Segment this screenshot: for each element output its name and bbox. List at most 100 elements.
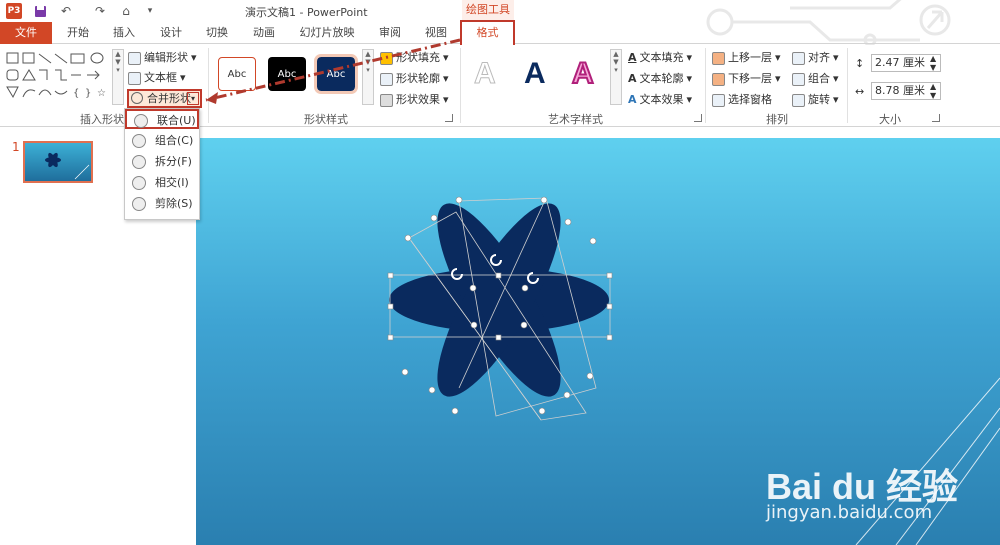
wordart-group-label: 艺术字样式: [548, 113, 603, 126]
shape-effects-label: 形状效果: [396, 93, 440, 106]
customize-qat-icon[interactable]: ▾: [142, 3, 158, 19]
save-icon[interactable]: [32, 3, 48, 19]
align-label: 对齐: [808, 51, 830, 64]
wordart-style-pink[interactable]: A: [571, 56, 595, 91]
pen-icon: [380, 72, 393, 86]
intersect-label: 相交(I): [155, 176, 189, 189]
tab-format[interactable]: 格式: [460, 20, 515, 47]
shape-style-outline[interactable]: Abc: [218, 57, 256, 91]
text-effects-label: 文本效果: [639, 93, 684, 106]
bring-forward-icon: [712, 51, 725, 65]
send-backward-icon: [712, 72, 725, 86]
group-button[interactable]: 组合 ▾: [792, 70, 839, 88]
drawing-tools-context-label: 绘图工具: [462, 0, 514, 20]
tab-transitions[interactable]: 切换: [197, 22, 237, 44]
intersect-icon: [132, 176, 146, 190]
rotate-button[interactable]: 旋转 ▾: [792, 91, 839, 109]
wordart-style-navy[interactable]: A: [524, 57, 546, 91]
tab-design[interactable]: 设计: [151, 22, 191, 44]
text-effects-icon: A: [628, 93, 637, 106]
align-button[interactable]: 对齐 ▾: [792, 49, 839, 67]
text-outline-button[interactable]: A 文本轮廓 ▾: [628, 70, 692, 88]
shape-styles-group-label: 形状样式: [304, 113, 348, 126]
bring-forward-button[interactable]: 上移一层 ▾: [712, 49, 781, 67]
fragment-icon: [132, 155, 146, 169]
size-launcher-icon[interactable]: [932, 114, 940, 122]
tab-view[interactable]: 视图: [416, 22, 456, 44]
selection-pane-label: 选择窗格: [728, 93, 772, 106]
shape-styles-scroll[interactable]: ▲ ▼ ▾: [362, 49, 374, 105]
menu-item-combine[interactable]: 组合(C): [125, 131, 199, 151]
powerpoint-window: P3 ↶ ↷ ⌂ ▾ 演示文稿1 - PowerPoint 绘图工具 文件 开始…: [0, 0, 1000, 545]
bring-forward-label: 上移一层: [728, 51, 772, 64]
paint-bucket-icon: [380, 51, 393, 65]
shape-effects-button[interactable]: 形状效果 ▾: [380, 91, 449, 109]
text-box-button[interactable]: 文本框 ▾: [128, 69, 186, 87]
title-bar: P3 ↶ ↷ ⌂ ▾ 演示文稿1 - PowerPoint 绘图工具: [0, 0, 1000, 47]
powerpoint-app-icon[interactable]: P3: [6, 3, 22, 19]
height-spin-icon[interactable]: ▲ ▼: [930, 54, 936, 72]
edit-shape-label: 编辑形状: [144, 51, 188, 64]
selection-pane-icon: [712, 93, 725, 107]
subtract-icon: [132, 197, 146, 211]
wordart-style-white[interactable]: A: [474, 57, 497, 91]
shape-style-black[interactable]: Abc: [268, 57, 306, 91]
undo-icon[interactable]: ↶: [58, 3, 74, 19]
width-spin-icon[interactable]: ▲ ▼: [930, 82, 936, 100]
merge-shapes-icon: [131, 92, 143, 104]
shape-outline-label: 形状轮廓: [396, 72, 440, 85]
wordart-launcher-icon[interactable]: [694, 114, 702, 122]
subtract-label: 剪除(S): [155, 197, 193, 210]
text-box-label: 文本框: [144, 71, 177, 84]
shapes-gallery[interactable]: {} ☆: [5, 51, 120, 103]
tab-file[interactable]: 文件: [0, 22, 52, 44]
start-from-beginning-icon[interactable]: ⌂: [118, 3, 134, 19]
size-group-label: 大小: [879, 113, 901, 126]
text-outline-icon: A: [628, 72, 637, 85]
shape-outline-button[interactable]: 形状轮廓 ▾: [380, 70, 449, 88]
edit-shape-icon: [128, 51, 141, 65]
tab-animations[interactable]: 动画: [244, 22, 284, 44]
shape-style-navy-selected[interactable]: Abc: [314, 54, 358, 94]
align-icon: [792, 51, 805, 65]
send-backward-button[interactable]: 下移一层 ▾: [712, 70, 781, 88]
slide-thumbnail[interactable]: [23, 141, 93, 183]
redo-icon[interactable]: ↷: [92, 3, 108, 19]
window-title: 演示文稿1 - PowerPoint: [245, 6, 368, 19]
svg-text:}: }: [85, 88, 91, 99]
edit-shape-button[interactable]: 编辑形状 ▾: [128, 49, 197, 67]
group-label: 组合: [808, 72, 830, 85]
tab-slideshow[interactable]: 幻灯片放映: [290, 22, 364, 44]
wordart-scroll[interactable]: ▲ ▼ ▾: [610, 49, 622, 105]
merge-shapes-button[interactable]: 合并形状 ▾: [127, 89, 202, 108]
ribbon-tabs: 文件 开始 插入 设计 切换 动画 幻灯片放映 审阅 视图 格式: [0, 20, 1000, 47]
effects-icon: [380, 93, 393, 107]
arrange-group-label: 排列: [766, 113, 788, 126]
svg-text:{: {: [73, 88, 79, 99]
shape-styles-launcher-icon[interactable]: [445, 114, 453, 122]
menu-item-subtract[interactable]: 剪除(S): [125, 194, 199, 214]
slide-canvas[interactable]: Bai du 经验 jingyan.baidu.com: [196, 138, 1000, 545]
rotate-label: 旋转: [808, 93, 830, 106]
selection-pane-button[interactable]: 选择窗格: [712, 91, 772, 109]
shape-fill-label: 形状填充: [396, 51, 440, 64]
tab-review[interactable]: 审阅: [370, 22, 410, 44]
merge-shapes-dropdown-icon[interactable]: ▾: [187, 92, 199, 105]
send-backward-label: 下移一层: [728, 72, 772, 85]
svg-text:☆: ☆: [97, 88, 106, 99]
rotate-icon: [792, 93, 805, 107]
menu-item-union[interactable]: 联合(U): [125, 109, 199, 129]
height-icon: ↕: [855, 57, 865, 70]
width-icon: ↔: [855, 85, 865, 98]
merge-shapes-menu: 联合(U) 组合(C) 拆分(F) 相交(I) 剪除(S): [124, 108, 200, 220]
combine-label: 组合(C): [155, 134, 194, 147]
text-fill-button[interactable]: A 文本填充 ▾: [628, 49, 692, 67]
tab-insert[interactable]: 插入: [104, 22, 144, 44]
text-effects-button[interactable]: A 文本效果 ▾: [628, 91, 692, 109]
menu-item-intersect[interactable]: 相交(I): [125, 173, 199, 193]
shapes-gallery-scroll[interactable]: ▲ ▼ ▾: [112, 49, 124, 105]
shape-fill-button[interactable]: 形状填充 ▾: [380, 49, 449, 67]
tab-home[interactable]: 开始: [58, 22, 98, 44]
menu-item-fragment[interactable]: 拆分(F): [125, 152, 199, 172]
text-fill-label: 文本填充: [639, 51, 684, 64]
